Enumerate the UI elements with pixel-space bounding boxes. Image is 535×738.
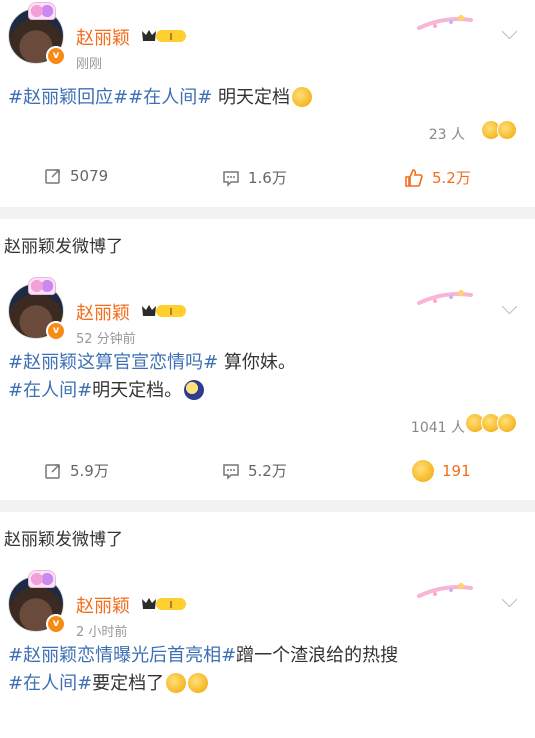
comment-icon [223, 463, 239, 480]
laugh-emoji-icon [497, 120, 517, 140]
chevron-down-icon[interactable] [501, 298, 518, 315]
post-time: 刚刚 [76, 57, 103, 72]
hashtag-link[interactable]: #赵丽颖恋情曝光后首亮相# [8, 645, 236, 666]
comment-count: 5.2万 [248, 462, 287, 480]
post-time: 2 小时前 [76, 625, 128, 640]
post-card: v 赵丽颖 I 2 小时前 #赵丽颖恋情曝光后首亮相#蹭一个渣浪给的热搜 #在人… [0, 568, 535, 698]
hashtag-link[interactable]: #赵丽颖回应##在人间# [8, 87, 212, 108]
verified-badge-icon: v [46, 321, 66, 341]
post-header: v 赵丽颖 I 刚刚 [0, 0, 535, 78]
repost-count: 5.9万 [70, 462, 109, 480]
vip-level: I [170, 307, 173, 318]
post-body-text: 明天定档 [212, 87, 291, 108]
moon-emoji-icon [184, 380, 205, 400]
wow-emoji-icon [412, 460, 434, 482]
vip-crown-badge-icon[interactable]: I [140, 27, 188, 45]
repost-icon [45, 463, 60, 479]
verified-badge-icon: v [46, 46, 66, 66]
post-time: 52 分钟前 [76, 332, 136, 347]
post-header: v 赵丽颖 I 52 分钟前 [0, 275, 535, 353]
comment-count: 1.6万 [248, 169, 287, 187]
like-button[interactable]: 191 [410, 460, 471, 482]
card-decoration-icon [417, 583, 473, 598]
post-text: #赵丽颖这算官宣恋情吗# 算你妹。 #在人间#明天定档。 [0, 349, 535, 405]
post-text: #赵丽颖回应##在人间# 明天定档 [0, 84, 535, 112]
post-header: v 赵丽颖 I 2 小时前 [0, 568, 535, 646]
repost-count: 5079 [70, 167, 109, 185]
author-name[interactable]: 赵丽颖 [76, 24, 130, 50]
likers-count: 23 人 [428, 127, 465, 143]
vip-level: I [170, 32, 173, 43]
likers-row[interactable]: 23 人 [0, 112, 535, 152]
party-emoji-icon [166, 673, 187, 693]
surprise-emoji-icon [497, 413, 517, 433]
post-body-text: 明天定档。 [92, 380, 183, 401]
shocked-emoji-icon [188, 673, 209, 693]
post-text: #赵丽颖恋情曝光后首亮相#蹭一个渣浪给的热搜 #在人间#要定档了 [0, 642, 535, 698]
avatar-pendant-icon [28, 570, 56, 588]
comment-button[interactable]: 1.6万 [222, 167, 287, 188]
yawn-emoji-icon [292, 87, 313, 107]
divider [0, 207, 535, 219]
likers-count: 1041 人 [410, 420, 465, 436]
card-decoration-icon [417, 290, 473, 305]
post-body-text: 算你妹。 [218, 352, 296, 373]
repost-icon [45, 169, 60, 184]
avatar[interactable]: v [8, 570, 66, 634]
section-label: 赵丽颖发微博了 [4, 530, 123, 550]
vip-level: I [170, 600, 173, 611]
action-bar: 5.9万 5.2万 191 [0, 445, 535, 500]
chevron-down-icon[interactable] [501, 23, 518, 40]
thumbs-up-icon [405, 168, 423, 187]
post-card: v 赵丽颖 I 刚刚 #赵丽颖回应##在人间# 明天定档 23 人 5079 1… [0, 0, 535, 207]
vip-crown-badge-icon[interactable]: I [140, 302, 188, 320]
like-count: 5.2万 [432, 169, 471, 187]
comment-icon [223, 170, 239, 187]
avatar[interactable]: v [8, 277, 66, 341]
comment-button[interactable]: 5.2万 [222, 460, 287, 481]
post-body-text: 要定档了 [92, 673, 165, 694]
post-card: v 赵丽颖 I 52 分钟前 #赵丽颖这算官宣恋情吗# 算你妹。 #在人间#明天… [0, 275, 535, 500]
repost-button[interactable]: 5079 [44, 167, 108, 185]
vip-crown-badge-icon[interactable]: I [140, 595, 188, 613]
chevron-down-icon[interactable] [501, 591, 518, 608]
action-bar: 5079 1.6万 5.2万 [0, 152, 535, 207]
card-decoration-icon [417, 15, 473, 30]
author-name[interactable]: 赵丽颖 [76, 592, 130, 618]
like-button[interactable]: 5.2万 [404, 167, 471, 188]
likers-row[interactable]: 1041 人 [0, 405, 535, 445]
hashtag-link[interactable]: #在人间# [8, 380, 92, 401]
verified-badge-icon: v [46, 614, 66, 634]
avatar-pendant-icon [28, 2, 56, 20]
author-name[interactable]: 赵丽颖 [76, 299, 130, 325]
section-label: 赵丽颖发微博了 [4, 237, 123, 257]
like-count: 191 [442, 462, 471, 480]
avatar-pendant-icon [28, 277, 56, 295]
repost-button[interactable]: 5.9万 [44, 460, 109, 481]
avatar[interactable]: v [8, 2, 66, 66]
post-body-text: 蹭一个渣浪给的热搜 [236, 645, 399, 666]
hashtag-link[interactable]: #在人间# [8, 673, 92, 694]
divider [0, 500, 535, 512]
hashtag-link[interactable]: #赵丽颖这算官宣恋情吗# [8, 352, 218, 373]
